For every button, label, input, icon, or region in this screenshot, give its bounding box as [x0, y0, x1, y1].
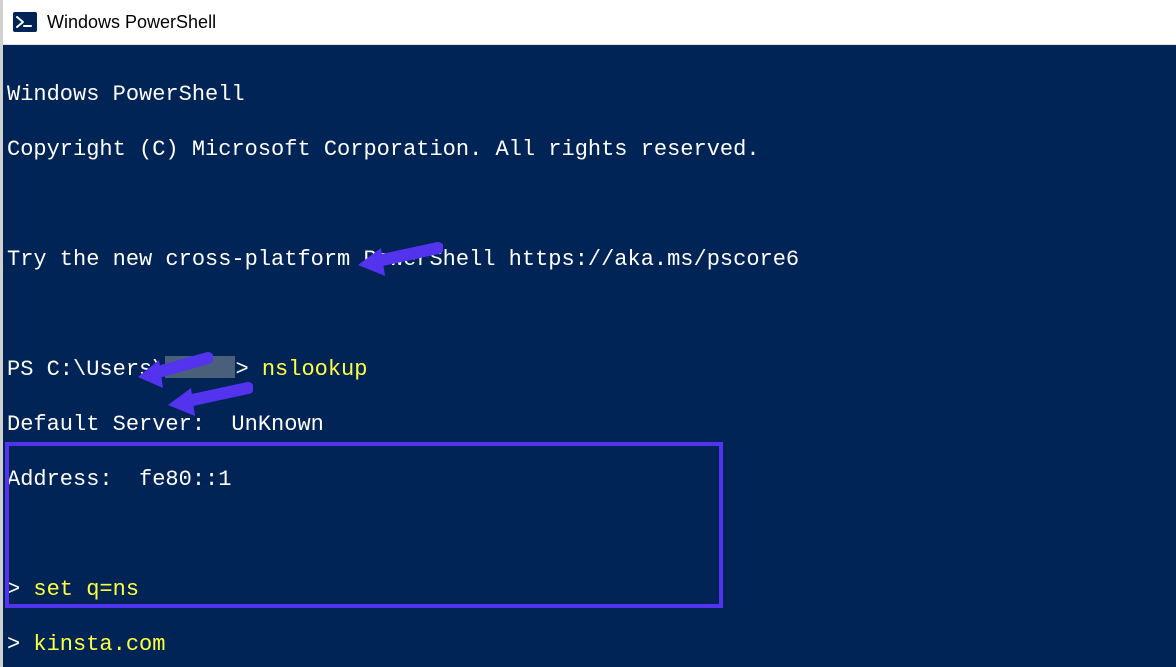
prompt-prefix: PS C:\Users\ — [7, 357, 165, 382]
address-text: Address: fe80::1 — [7, 467, 231, 492]
sub-prompt: > — [7, 577, 33, 602]
domain-line: > kinsta.com — [7, 631, 1172, 659]
redacted-username — [165, 356, 235, 378]
copyright-line: Copyright (C) Microsoft Corporation. All… — [7, 136, 1172, 164]
default-server-text: Default Server: UnKnown — [7, 412, 324, 437]
default-server-line: Default Server: UnKnown — [7, 411, 1172, 439]
copyright-text: Copyright (C) Microsoft Corporation. All… — [7, 137, 760, 162]
setq-line: > set q=ns — [7, 576, 1172, 604]
prompt-line-nslookup: PS C:\Users\ > nslookup — [7, 356, 1172, 384]
blank-line — [7, 191, 1172, 219]
address-line: Address: fe80::1 — [7, 466, 1172, 494]
nslookup-command: nslookup — [262, 357, 368, 382]
blank-line — [7, 301, 1172, 329]
prompt-suffix: > — [235, 357, 261, 382]
setq-command: set q=ns — [33, 577, 139, 602]
powershell-icon — [13, 10, 37, 34]
arrow-annotation-domain — [163, 325, 253, 475]
pscore-text: Try the new cross-platform PowerShell ht… — [7, 247, 799, 272]
domain-command: kinsta.com — [33, 632, 165, 657]
window-title: Windows PowerShell — [47, 12, 216, 33]
powershell-window: Windows PowerShell Windows PowerShell Co… — [0, 0, 1176, 667]
blank-line — [7, 521, 1172, 549]
banner-line: Windows PowerShell — [7, 81, 1172, 109]
title-bar[interactable]: Windows PowerShell — [3, 0, 1176, 45]
sub-prompt: > — [7, 632, 33, 657]
terminal-area[interactable]: Windows PowerShell Copyright (C) Microso… — [3, 45, 1176, 667]
banner-text: Windows PowerShell — [7, 82, 245, 107]
pscore-line: Try the new cross-platform PowerShell ht… — [7, 246, 1172, 274]
